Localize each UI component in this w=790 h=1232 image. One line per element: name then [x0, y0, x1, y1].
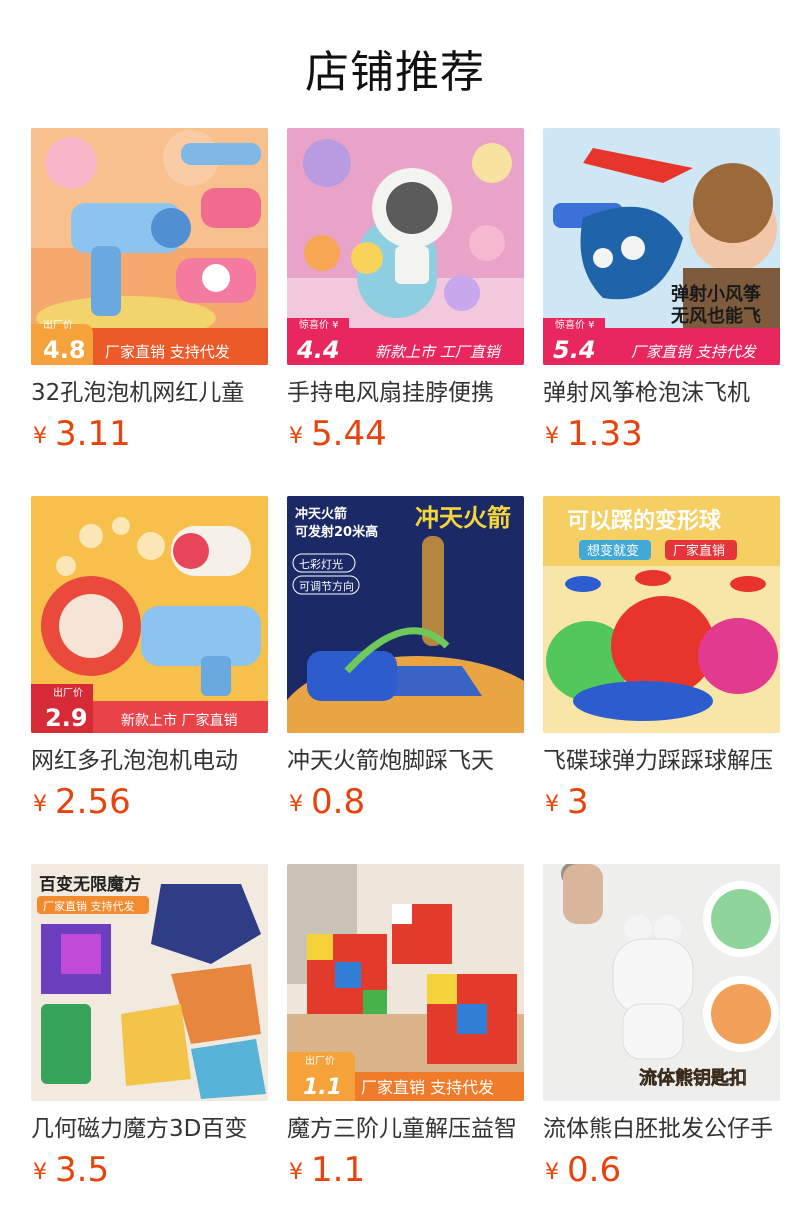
badge-price: 4.8: [43, 336, 86, 364]
product-price: ¥1.1: [289, 1150, 365, 1194]
product-image[interactable]: 可以踩的变形球 想变就变 厂家直销: [543, 496, 780, 733]
banner-text: 新款上市 工厂直销: [375, 343, 503, 361]
product-card[interactable]: 出厂价 4.8 厂家直销 支持代发 32孔泡泡机网红儿童 ¥3.11: [31, 128, 268, 458]
product-price: ¥0.6: [545, 1150, 621, 1194]
product-name[interactable]: 网红多孔泡泡机电动: [31, 743, 268, 779]
badge-price: 2.9: [45, 704, 88, 732]
svg-text:无风也能飞: 无风也能飞: [671, 305, 761, 327]
product-card[interactable]: 弹射小风筝 无风也能飞 惊喜价 ¥ 5.4 厂家直销 支持代发 弹射风筝枪泡沫飞…: [543, 128, 780, 458]
product-image[interactable]: 出厂价 4.8 厂家直销 支持代发: [31, 128, 268, 365]
product-card[interactable]: 百变无限魔方 厂家直销 支持代发 几何磁力魔方3D百变 ¥3.5: [31, 864, 268, 1194]
image-overlay-text: 冲天火箭: [415, 504, 511, 532]
product-price: ¥5.44: [289, 414, 387, 458]
product-image[interactable]: 出厂价 1.1 厂家直销 支持代发: [287, 864, 524, 1101]
image-overlay-text: 流体熊钥匙扣: [639, 1067, 747, 1089]
product-card[interactable]: 流体熊钥匙扣 流体熊白胚批发公仔手 ¥0.6: [543, 864, 780, 1194]
product-card[interactable]: 冲天火箭 可发射20米高 七彩灯光 可调节方向 冲天火箭 冲天火箭炮脚踩飞天 ¥…: [287, 496, 524, 826]
product-image[interactable]: 百变无限魔方 厂家直销 支持代发: [31, 864, 268, 1101]
currency-symbol: ¥: [545, 1160, 559, 1185]
product-price: ¥3.5: [33, 1150, 109, 1194]
currency-symbol: ¥: [289, 424, 303, 449]
currency-symbol: ¥: [289, 792, 303, 817]
price-value: 3.5: [55, 1150, 110, 1190]
price-value: 1.1: [311, 1150, 366, 1190]
price-value: 5.44: [311, 414, 387, 454]
price-value: 3.11: [55, 414, 131, 454]
currency-symbol: ¥: [289, 1160, 303, 1185]
product-name[interactable]: 32孔泡泡机网红儿童: [31, 375, 268, 411]
currency-symbol: ¥: [545, 792, 559, 817]
badge-label: 惊喜价 ¥: [299, 318, 339, 331]
product-price: ¥1.33: [545, 414, 643, 458]
price-value: 0.6: [567, 1150, 622, 1190]
banner-text: 新款上市 厂家直销: [121, 712, 237, 729]
badge-label: 出厂价: [43, 318, 73, 331]
page-title: 店铺推荐: [305, 47, 485, 98]
badge-label: 出厂价: [53, 686, 83, 699]
product-card[interactable]: 惊喜价 ¥ 4.4 新款上市 工厂直销 手持电风扇挂脖便携 ¥5.44: [287, 128, 524, 458]
currency-symbol: ¥: [33, 792, 47, 817]
product-price: ¥3: [545, 782, 589, 826]
banner-text: 厂家直销 支持代发: [631, 343, 758, 361]
product-name[interactable]: 手持电风扇挂脖便携: [287, 375, 524, 411]
price-value: 3: [567, 782, 589, 822]
product-name[interactable]: 弹射风筝枪泡沫飞机: [543, 375, 780, 411]
tag-text: 可发射20米高: [295, 524, 378, 540]
badge-label: 出厂价: [305, 1054, 335, 1067]
badge-price: 4.4: [296, 336, 340, 364]
product-name[interactable]: 几何磁力魔方3D百变: [31, 1111, 268, 1147]
badge-label: 惊喜价 ¥: [555, 318, 595, 331]
tag-text: 想变就变: [587, 543, 639, 559]
product-name[interactable]: 流体熊白胚批发公仔手: [543, 1111, 780, 1147]
price-value: 1.33: [567, 414, 643, 454]
product-price: ¥2.56: [33, 782, 131, 826]
image-overlay-text: 可以踩的变形球: [567, 508, 722, 534]
banner-text: 厂家直销 支持代发: [361, 1078, 494, 1097]
tag-text: 厂家直销: [673, 543, 725, 559]
product-image[interactable]: 出厂价 2.9 新款上市 厂家直销: [31, 496, 268, 733]
banner-text: 厂家直销 支持代发: [105, 343, 230, 361]
tag-text: 七彩灯光: [299, 557, 343, 571]
product-image[interactable]: 冲天火箭 可发射20米高 七彩灯光 可调节方向 冲天火箭: [287, 496, 524, 733]
product-name[interactable]: 飞碟球弹力踩踩球解压: [543, 743, 780, 779]
product-image[interactable]: 流体熊钥匙扣: [543, 864, 780, 1101]
image-overlay-text: 百变无限魔方: [39, 874, 141, 895]
badge-price: 1.1: [303, 1075, 342, 1100]
currency-symbol: ¥: [545, 424, 559, 449]
product-card[interactable]: 出厂价 2.9 新款上市 厂家直销 网红多孔泡泡机电动 ¥2.56: [31, 496, 268, 826]
badge-price: 5.4: [553, 336, 596, 364]
product-price: ¥0.8: [289, 782, 365, 826]
product-price: ¥3.11: [33, 414, 131, 458]
tag-text: 可调节方向: [299, 579, 354, 593]
product-name[interactable]: 魔方三阶儿童解压益智: [287, 1111, 524, 1147]
image-overlay-text: 弹射小风筝: [671, 283, 761, 305]
price-value: 0.8: [311, 782, 366, 822]
price-value: 2.56: [55, 782, 131, 822]
product-name[interactable]: 冲天火箭炮脚踩飞天: [287, 743, 524, 779]
tag-text: 冲天火箭: [295, 506, 347, 522]
product-image[interactable]: 惊喜价 ¥ 4.4 新款上市 工厂直销: [287, 128, 524, 365]
product-image[interactable]: 弹射小风筝 无风也能飞 惊喜价 ¥ 5.4 厂家直销 支持代发: [543, 128, 780, 365]
product-card[interactable]: 可以踩的变形球 想变就变 厂家直销 飞碟球弹力踩踩球解压 ¥3: [543, 496, 780, 826]
tag-text: 厂家直销 支持代发: [43, 899, 135, 913]
currency-symbol: ¥: [33, 1160, 47, 1185]
currency-symbol: ¥: [33, 424, 47, 449]
product-card[interactable]: 出厂价 1.1 厂家直销 支持代发 魔方三阶儿童解压益智 ¥1.1: [287, 864, 524, 1194]
